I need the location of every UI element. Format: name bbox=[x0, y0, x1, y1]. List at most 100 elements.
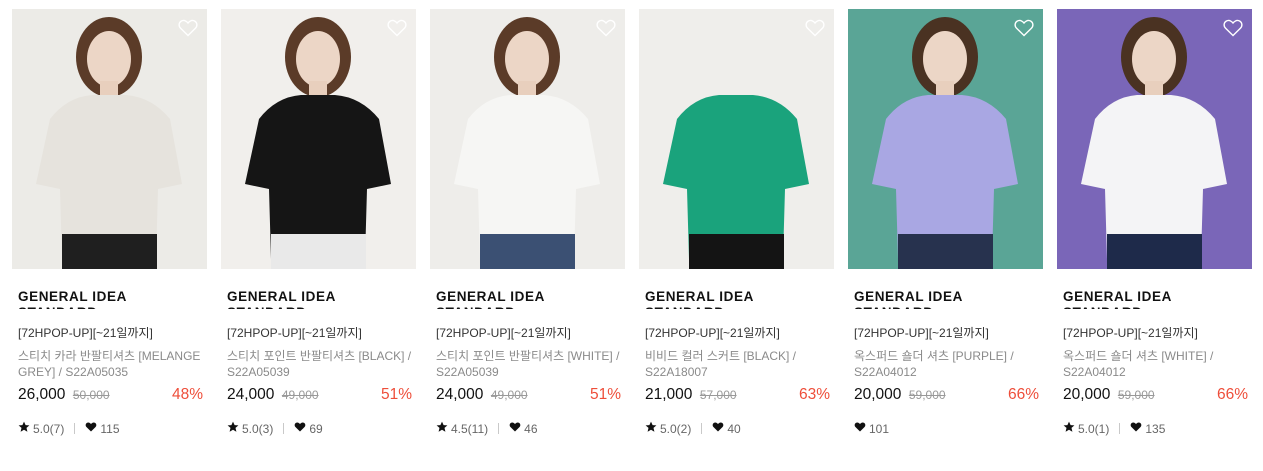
meta-divider bbox=[498, 422, 500, 434]
brand-name[interactable]: GENERAL IDEA STANDARD bbox=[227, 289, 377, 309]
product-meta: 5.0(1) 135 bbox=[1063, 421, 1165, 436]
likes: 46 bbox=[509, 421, 538, 436]
rating-value: 5.0(3) bbox=[242, 421, 274, 436]
likes-count: 40 bbox=[727, 421, 741, 436]
discount-rate: 48% bbox=[171, 386, 203, 403]
brand-name[interactable]: GENERAL IDEA STANDARD bbox=[1063, 289, 1213, 309]
price-row: 26,000 50,000 48% bbox=[18, 386, 203, 406]
product-image[interactable] bbox=[221, 9, 416, 269]
likes: 135 bbox=[1130, 421, 1165, 436]
original-price: 57,000 bbox=[699, 388, 737, 402]
product-meta: 5.0(7) 115 bbox=[18, 421, 120, 436]
rating-value: 4.5(11) bbox=[451, 421, 489, 436]
original-price: 49,000 bbox=[281, 388, 319, 402]
product-card[interactable]: GENERAL IDEA STANDARD [72HPOP-UP][~21일까지… bbox=[848, 9, 1043, 449]
product-card[interactable]: GENERAL IDEA STANDARD [72HPOP-UP][~21일까지… bbox=[12, 9, 207, 449]
heart-icon bbox=[85, 421, 97, 433]
likes: 101 bbox=[854, 421, 889, 436]
likes: 40 bbox=[712, 421, 741, 436]
product-name[interactable]: 옥스퍼드 숄더 셔츠 [WHITE] / S22A04012 bbox=[1063, 349, 1251, 381]
likes: 69 bbox=[294, 421, 323, 436]
discount-rate: 66% bbox=[1007, 386, 1039, 403]
heart-icon bbox=[712, 421, 724, 433]
product-image[interactable] bbox=[1057, 9, 1252, 269]
rating: 5.0(7) bbox=[18, 421, 64, 436]
wishlist-heart-icon[interactable] bbox=[1014, 19, 1034, 37]
meta-divider bbox=[701, 422, 703, 434]
wishlist-heart-icon[interactable] bbox=[387, 19, 407, 37]
product-name[interactable]: 옥스퍼드 숄더 셔츠 [PURPLE] / S22A04012 bbox=[854, 349, 1042, 381]
price-row: 24,000 49,000 51% bbox=[436, 386, 621, 406]
product-meta: 5.0(3) 69 bbox=[227, 421, 323, 436]
discount-rate: 63% bbox=[798, 386, 830, 403]
original-price: 49,000 bbox=[490, 388, 528, 402]
rating: 5.0(1) bbox=[1063, 421, 1109, 436]
wishlist-heart-icon[interactable] bbox=[596, 19, 616, 37]
price-row: 24,000 49,000 51% bbox=[227, 386, 412, 406]
heart-icon bbox=[509, 421, 521, 433]
price-row: 20,000 59,000 66% bbox=[1063, 386, 1248, 406]
wishlist-heart-icon[interactable] bbox=[178, 19, 198, 37]
discount-rate: 51% bbox=[589, 386, 621, 403]
original-price: 59,000 bbox=[1117, 388, 1155, 402]
brand-name[interactable]: GENERAL IDEA STANDARD bbox=[645, 289, 795, 309]
star-icon bbox=[18, 421, 30, 433]
meta-divider bbox=[74, 422, 76, 434]
product-card[interactable]: GENERAL IDEA STANDARD [72HPOP-UP][~21일까지… bbox=[430, 9, 625, 449]
rating: 5.0(3) bbox=[227, 421, 273, 436]
promo-label: [72HPOP-UP][~21일까지] bbox=[854, 326, 989, 340]
wishlist-heart-icon[interactable] bbox=[805, 19, 825, 37]
promo-label: [72HPOP-UP][~21일까지] bbox=[645, 326, 780, 340]
likes: 115 bbox=[85, 421, 120, 436]
sale-price: 20,000 bbox=[854, 386, 902, 403]
product-meta: 5.0(2) 40 bbox=[645, 421, 741, 436]
sale-price: 26,000 bbox=[18, 386, 66, 403]
discount-rate: 66% bbox=[1216, 386, 1248, 403]
product-meta: 4.5(11) 46 bbox=[436, 421, 538, 436]
product-name[interactable]: 비비드 컬러 스커트 [BLACK] / S22A18007 bbox=[645, 349, 833, 381]
product-image[interactable] bbox=[639, 9, 834, 269]
meta-divider bbox=[283, 422, 285, 434]
promo-label: [72HPOP-UP][~21일까지] bbox=[1063, 326, 1198, 340]
original-price: 59,000 bbox=[908, 388, 946, 402]
likes-count: 46 bbox=[524, 421, 538, 436]
discount-rate: 51% bbox=[380, 386, 412, 403]
product-name[interactable]: 스티치 포인트 반팔티셔츠 [WHITE] / S22A05039 bbox=[436, 349, 624, 381]
product-image[interactable] bbox=[430, 9, 625, 269]
product-card[interactable]: GENERAL IDEA STANDARD [72HPOP-UP][~21일까지… bbox=[221, 9, 416, 449]
star-icon bbox=[227, 421, 239, 433]
likes-count: 135 bbox=[1145, 421, 1166, 436]
promo-label: [72HPOP-UP][~21일까지] bbox=[227, 326, 362, 340]
rating: 4.5(11) bbox=[436, 421, 488, 436]
promo-label: [72HPOP-UP][~21일까지] bbox=[436, 326, 571, 340]
product-name[interactable]: 스티치 포인트 반팔티셔츠 [BLACK] / S22A05039 bbox=[227, 349, 415, 381]
rating-value: 5.0(7) bbox=[33, 421, 65, 436]
heart-icon bbox=[1130, 421, 1142, 433]
sale-price: 24,000 bbox=[227, 386, 275, 403]
likes-count: 115 bbox=[100, 421, 120, 436]
brand-name[interactable]: GENERAL IDEA STANDARD bbox=[854, 289, 1004, 309]
product-image[interactable] bbox=[848, 9, 1043, 269]
star-icon bbox=[1063, 421, 1075, 433]
original-price: 50,000 bbox=[72, 388, 110, 402]
sale-price: 21,000 bbox=[645, 386, 693, 403]
brand-name[interactable]: GENERAL IDEA STANDARD bbox=[18, 289, 168, 309]
product-name[interactable]: 스티치 카라 반팔티셔츠 [MELANGE GREY] / S22A05035 bbox=[18, 349, 206, 381]
sale-price: 24,000 bbox=[436, 386, 484, 403]
promo-label: [72HPOP-UP][~21일까지] bbox=[18, 326, 153, 340]
price-row: 21,000 57,000 63% bbox=[645, 386, 830, 406]
brand-name[interactable]: GENERAL IDEA STANDARD bbox=[436, 289, 586, 309]
heart-icon bbox=[854, 421, 866, 433]
product-card[interactable]: GENERAL IDEA STANDARD [72HPOP-UP][~21일까지… bbox=[639, 9, 834, 449]
star-icon bbox=[436, 421, 448, 433]
product-card[interactable]: GENERAL IDEA STANDARD [72HPOP-UP][~21일까지… bbox=[1057, 9, 1252, 449]
product-image[interactable] bbox=[12, 9, 207, 269]
product-meta: 101 bbox=[854, 421, 889, 436]
meta-divider bbox=[1119, 422, 1121, 434]
rating: 5.0(2) bbox=[645, 421, 691, 436]
wishlist-heart-icon[interactable] bbox=[1223, 19, 1243, 37]
star-icon bbox=[645, 421, 657, 433]
likes-count: 101 bbox=[869, 421, 890, 436]
heart-icon bbox=[294, 421, 306, 433]
sale-price: 20,000 bbox=[1063, 386, 1111, 403]
